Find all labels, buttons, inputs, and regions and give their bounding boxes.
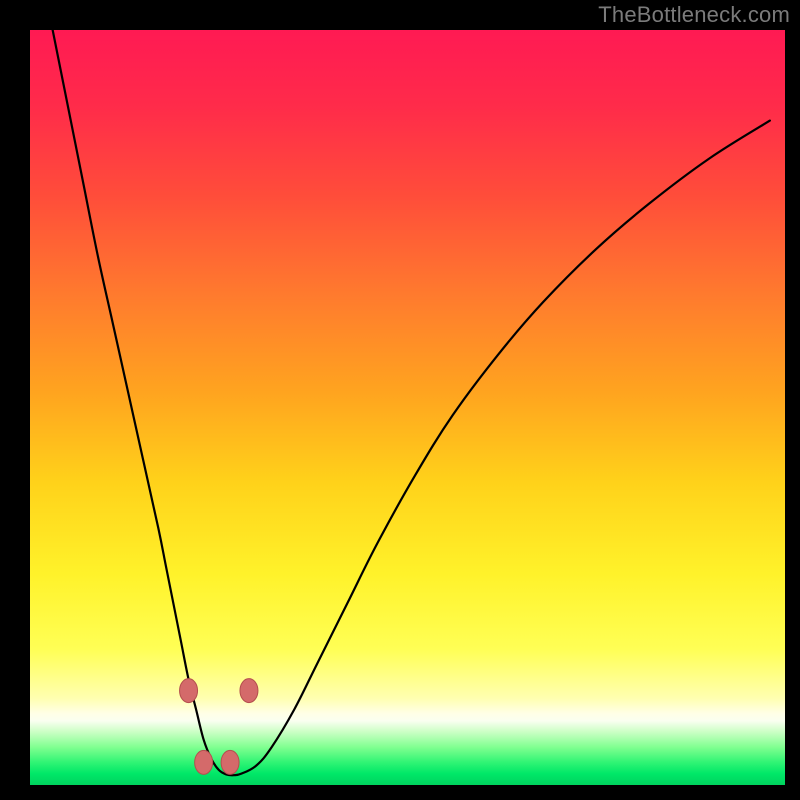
highlight-dot: [221, 750, 239, 774]
highlight-dot: [240, 679, 258, 703]
chart-svg: [30, 30, 785, 785]
watermark-text: TheBottleneck.com: [598, 2, 790, 28]
highlight-dot: [195, 750, 213, 774]
gradient-background: [30, 30, 785, 785]
outer-frame: TheBottleneck.com: [0, 0, 800, 800]
highlight-dot: [180, 679, 198, 703]
plot-area: [30, 30, 785, 785]
